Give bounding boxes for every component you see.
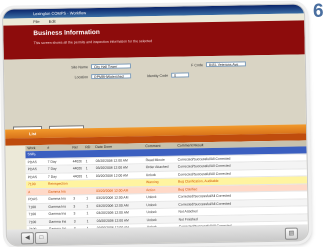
cell-ref: 3 xyxy=(73,211,76,216)
cell-work: 7100 xyxy=(28,219,37,224)
cell-comment-result: Corrected/Successful/All Corrected xyxy=(177,163,231,169)
cell-date: 03/20/2006 12:00 AM xyxy=(96,210,129,216)
cell-comment-result: Not Attached xyxy=(178,209,198,214)
cell-rd: 1 xyxy=(86,211,89,216)
permit-label: Identity Code xyxy=(146,73,169,79)
cell-work: PDAS xyxy=(27,167,38,172)
cell-comment: Unlock xyxy=(146,217,158,222)
cell-comment: Read Minute xyxy=(145,157,165,162)
cell-number: 7 Day xyxy=(47,174,57,179)
cell-date: 03/20/2006 12:00 AM xyxy=(96,202,129,208)
cell-number: Gamma Ins xyxy=(48,196,66,201)
cell-ref: 3 xyxy=(73,218,76,223)
cell-date: 03/20/2006 12:00 AM xyxy=(95,165,129,171)
cell-comment-result: Corrected/Successful/All Corrected xyxy=(177,156,231,162)
cell-number: Gamma Ins xyxy=(48,189,66,194)
cell-comment: Unlock xyxy=(145,172,157,177)
window-icon[interactable]: □ xyxy=(34,231,49,245)
cell-number: Reinspection xyxy=(47,181,68,186)
cell-comment: Unlock xyxy=(146,194,157,200)
cell-date: 03/20/2006 12:00 AM xyxy=(96,217,129,223)
cell-rd: 1 xyxy=(85,158,88,163)
cell-ref: 44028 xyxy=(72,166,83,171)
cell-comment: Unlock xyxy=(146,202,157,207)
cell-comment: Warning xyxy=(145,179,159,185)
owner-label: F Code xyxy=(191,63,203,68)
cell-number: 7 Day xyxy=(47,166,57,171)
app-window: Lexington COMPS · Workflow File Edit Bus… xyxy=(1,3,310,247)
cell-work: 7100 xyxy=(27,182,36,187)
cell-ref: 3 xyxy=(73,196,76,201)
cell-work: PDAS xyxy=(27,159,37,164)
cell-comment-result: Not Finished xyxy=(178,216,198,222)
site-field[interactable]: City Hall Tower xyxy=(90,63,132,70)
cell-date: 03/20/2006 12:00 AM xyxy=(95,157,128,163)
cell-work: A xyxy=(28,189,31,194)
cell-number: Gamma Ins xyxy=(48,204,66,209)
cell-rd: 1 xyxy=(86,218,89,223)
cell-work: 7100 xyxy=(28,204,36,209)
owner-field[interactable]: 8451 Veterans Ave xyxy=(205,61,246,68)
cell-number: Gamma Ins xyxy=(48,211,67,216)
cell-comment-result: Corrected/Successful/All Corrected xyxy=(178,193,232,199)
menu-edit[interactable]: Edit xyxy=(49,19,56,24)
page-subtitle: This screen shows all the permits and in… xyxy=(33,39,153,46)
print-icon[interactable]: ▤ xyxy=(284,227,299,240)
cell-ref: 3 xyxy=(73,203,76,208)
cell-number: Gamma Ins xyxy=(48,219,67,224)
results-table: Work # Ref RD Date Done Comment Comment … xyxy=(25,140,308,242)
cell-work: 7100 xyxy=(28,212,37,217)
cell-comment: Action xyxy=(146,187,156,192)
section-title: List xyxy=(29,131,37,137)
step-number: 6 xyxy=(313,1,324,22)
cell-rd: 1 xyxy=(85,166,88,171)
cell-rd: 1 xyxy=(85,173,88,178)
cell-comment: Unlock xyxy=(146,209,157,215)
cell-number: 7 Day xyxy=(47,159,57,164)
page-title: Business Information xyxy=(33,28,100,38)
cell-rd: 1 xyxy=(86,196,89,201)
cell-rd: 1 xyxy=(86,203,89,208)
menu-file[interactable]: File xyxy=(33,19,40,24)
permit-field[interactable]: 0 xyxy=(171,72,190,78)
cell-comment-result: Bug Clarified xyxy=(178,186,198,192)
cell-date: 03/20/2006 12:00 AM xyxy=(96,187,129,193)
cell-ref: 44028 xyxy=(72,158,83,163)
cell-comment-result: Corrected/Successful/All Corrected xyxy=(178,201,232,207)
site-label: Site Name xyxy=(71,65,89,70)
cell-work: PDAS xyxy=(28,197,38,202)
location-label: Location xyxy=(74,75,89,80)
cell-work: PDAS xyxy=(27,174,38,179)
cell-date: 03/20/2006 12:00 AM xyxy=(95,172,129,178)
location-field[interactable]: RPMBHWatershed xyxy=(91,73,132,80)
cell-comment: Order Attached xyxy=(145,164,169,170)
header-banner: Business Information This screen shows a… xyxy=(3,20,305,60)
cell-comment-result: Bug Clarification, Auditable xyxy=(177,178,219,184)
cell-work: Shifty xyxy=(27,152,37,157)
cell-date: 03/20/2006 12:00 AM xyxy=(96,195,129,201)
back-icon[interactable]: ◀ xyxy=(20,232,35,245)
cell-comment-result: Corrected/Successful/All Corrected xyxy=(177,171,231,177)
cell-ref: 44028 xyxy=(72,173,83,178)
